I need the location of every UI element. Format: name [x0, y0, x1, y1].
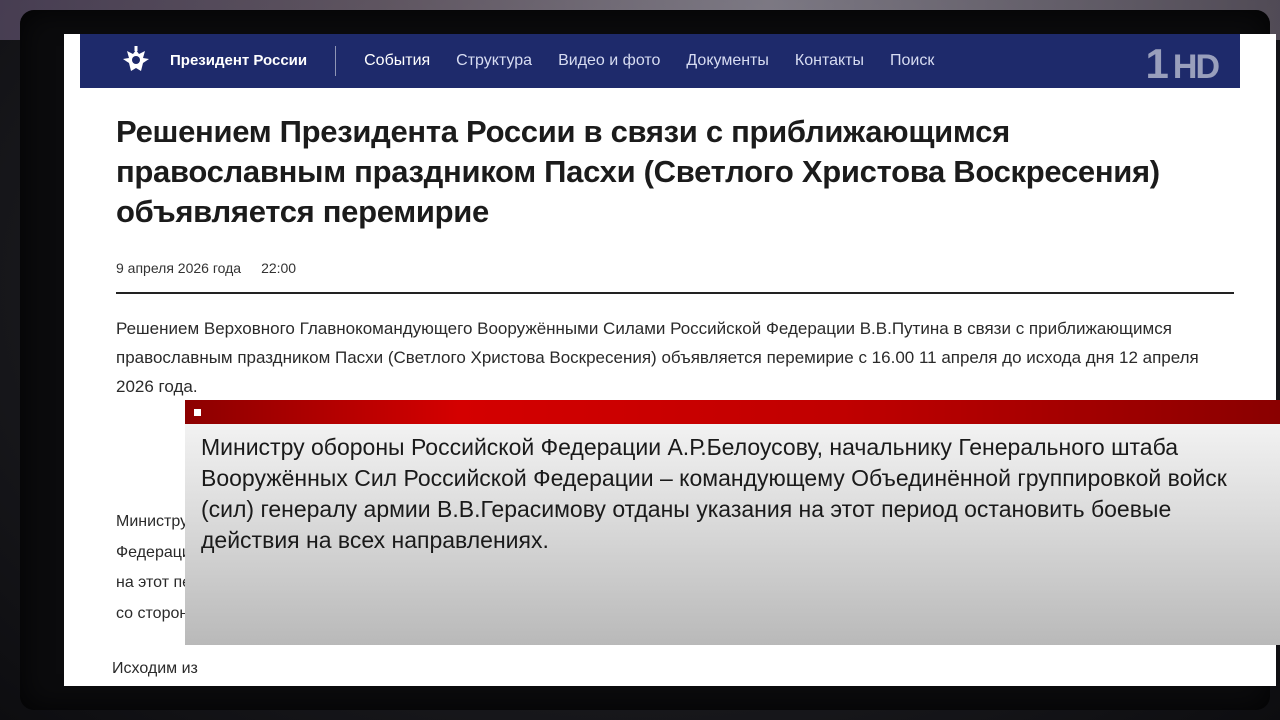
article-paragraph-partial: Исходим из	[112, 660, 198, 677]
article-time: 22:00	[261, 260, 297, 276]
channel-logo-number: 1	[1145, 40, 1169, 87]
nav-item-search[interactable]: Поиск	[890, 52, 934, 70]
nav-item-contacts[interactable]: Контакты	[795, 52, 864, 70]
nav-item-documents[interactable]: Документы	[686, 52, 768, 70]
nav-item-events[interactable]: События	[364, 52, 430, 70]
caption-body: Министру обороны Российской Федерации А.…	[185, 424, 1280, 645]
news-caption-banner: Министру обороны Российской Федерации А.…	[185, 400, 1280, 645]
nav-item-video-photo[interactable]: Видео и фото	[558, 52, 660, 70]
coat-of-arms-icon[interactable]	[118, 43, 154, 79]
nav-item-structure[interactable]: Структура	[456, 52, 532, 70]
square-bullet-icon	[194, 409, 201, 416]
site-title-link[interactable]: Президент России	[170, 46, 337, 76]
site-navbar: Президент России События Структура Видео…	[80, 34, 1240, 88]
channel-logo: 1 HD	[1145, 40, 1220, 88]
divider	[116, 292, 1234, 294]
caption-text: Министру обороны Российской Федерации А.…	[201, 434, 1227, 553]
article-date: 9 апреля 2026 года	[116, 260, 242, 276]
channel-logo-hd: HD	[1172, 48, 1220, 86]
caption-red-bar	[185, 400, 1280, 424]
article-meta: 9 апреля 2026 года 22:00	[116, 260, 1236, 276]
article-lead-paragraph: Решением Верховного Главнокомандующего В…	[116, 319, 1199, 396]
article: Решением Президента России в связи с при…	[112, 112, 1236, 677]
article-headline: Решением Президента России в связи с при…	[116, 114, 1160, 229]
